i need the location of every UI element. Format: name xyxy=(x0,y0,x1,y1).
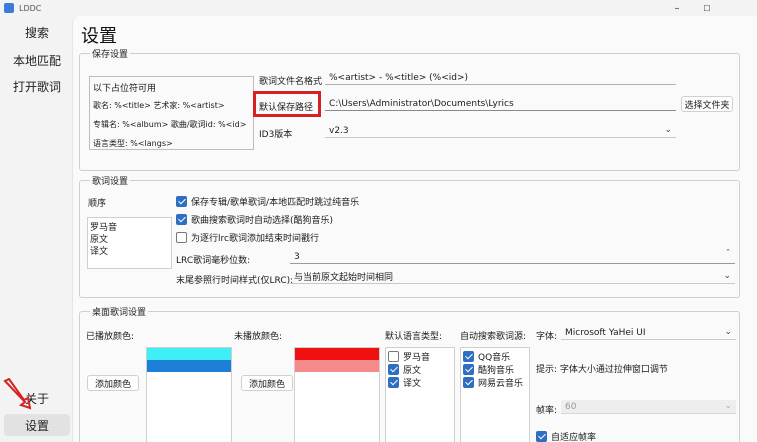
end-time-style-select[interactable]: 与当前原文起始时间相同 ⌄ xyxy=(290,270,735,284)
ms-digits-value: 3 xyxy=(294,251,300,262)
title-bar: LDDC – ☐ xyxy=(0,0,757,16)
id3-version-label: ID3版本 xyxy=(259,130,293,140)
checkbox-checked[interactable] xyxy=(463,351,474,362)
checkbox-unchecked[interactable] xyxy=(388,351,399,362)
default-lang-list: 罗马音 原文 译文 xyxy=(385,347,455,442)
minimize-button[interactable]: – xyxy=(662,0,692,16)
id3-version-value: v2.3 xyxy=(329,125,349,136)
ms-digits-label: LRC歌词毫秒位数: xyxy=(176,256,251,266)
unplayed-color-list[interactable] xyxy=(294,347,380,442)
lang-option-original[interactable]: 原文 xyxy=(388,363,421,376)
lang-option-romaji[interactable]: 罗马音 xyxy=(388,350,430,363)
settings-page: 设置 保存设置 以下占位符可用 歌名: %<title> 艺术家: %<arti… xyxy=(72,16,757,442)
skip-pure-music-option[interactable]: 保存专辑/歌单歌词/本地匹配时跳过纯音乐 xyxy=(176,195,359,208)
source-option-qq[interactable]: QQ音乐 xyxy=(463,350,510,363)
app-icon xyxy=(4,3,14,13)
spin-up-icon[interactable]: ⌃ xyxy=(725,248,731,256)
fps-spinbox[interactable]: 60 ⌄ xyxy=(561,400,736,414)
red-arrow-annotation xyxy=(3,378,32,410)
sidebar-item-settings[interactable]: 设置 xyxy=(4,414,70,436)
source-option-kugou[interactable]: 酷狗音乐 xyxy=(463,363,514,376)
lyrics-settings-title: 歌词设置 xyxy=(90,174,131,187)
placeholder-info-box: 以下占位符可用 歌名: %<title> 艺术家: %<artist> 专辑名:… xyxy=(89,76,254,150)
adaptive-fps-label: 自适应帧率 xyxy=(551,433,597,442)
unplayed-color-label: 未播放颜色: xyxy=(234,332,283,342)
font-label: 字体: xyxy=(536,332,558,342)
red-highlight-box xyxy=(253,91,321,117)
unplayed-color-swatch-red[interactable] xyxy=(295,348,379,360)
default-lang-label: 默认语言类型: xyxy=(385,332,443,342)
end-time-style-value: 与当前原文起始时间相同 xyxy=(294,273,394,283)
font-select[interactable]: Microsoft YaHei UI ⌄ xyxy=(561,326,736,340)
desktop-lyrics-settings-title: 桌面歌词设置 xyxy=(90,305,149,318)
placeholder-info-title: 以下占位符可用 xyxy=(93,84,157,94)
checkbox-checked[interactable] xyxy=(463,377,474,388)
placeholder-info-line: 语言类型: %<langs> xyxy=(93,139,173,148)
placeholder-info-line: 专辑名: %<album> 歌曲/歌词id: %<id> xyxy=(93,120,247,129)
desktop-lyrics-settings-group: 桌面歌词设置 已播放颜色: 添加颜色 未播放颜色: 添加颜色 默认语言类型: 罗… xyxy=(79,305,740,442)
placeholder-info-line: 歌名: %<title> 艺术家: %<artist> xyxy=(93,101,225,110)
filename-format-input[interactable]: %<artist> - %<title> (%<id>) xyxy=(325,71,676,85)
auto-source-label: 自动搜索歌词源: xyxy=(460,332,527,342)
ms-digits-spinbox[interactable]: 3 ⌃ xyxy=(290,248,735,264)
skip-pure-music-label: 保存专辑/歌单歌词/本地匹配时跳过纯音乐 xyxy=(191,198,360,208)
maximize-button[interactable]: ☐ xyxy=(692,0,722,16)
played-color-label: 已播放颜色: xyxy=(86,332,135,342)
lang-option-label: 罗马音 xyxy=(403,353,431,363)
chevron-down-icon: ⌄ xyxy=(724,327,732,337)
save-path-input[interactable]: C:\Users\Administrator\Documents\Lyrics xyxy=(325,97,676,111)
font-value: Microsoft YaHei UI xyxy=(565,327,646,338)
lyrics-settings-group: 歌词设置 顺序 罗马音 原文 译文 保存专辑/歌单歌词/本地匹配时跳过纯音乐 歌… xyxy=(79,174,740,298)
checkbox-checked[interactable] xyxy=(536,431,547,442)
adaptive-fps-option[interactable]: 自适应帧率 xyxy=(536,430,596,442)
choose-folder-button[interactable]: 选择文件夹 xyxy=(681,96,733,112)
source-option-label: 酷狗音乐 xyxy=(478,366,515,376)
checkbox-checked[interactable] xyxy=(388,364,399,375)
auto-source-list: QQ音乐 酷狗音乐 网易云音乐 xyxy=(460,347,530,442)
fps-label: 帧率: xyxy=(536,406,558,416)
sidebar-item-search[interactable]: 搜索 xyxy=(4,21,70,43)
checkbox-checked[interactable] xyxy=(463,364,474,375)
list-item[interactable]: 译文 xyxy=(90,244,108,257)
save-settings-title: 保存设置 xyxy=(90,47,131,60)
lang-option-translation[interactable]: 译文 xyxy=(388,376,421,389)
save-settings-group: 保存设置 以下占位符可用 歌名: %<title> 艺术家: %<artist>… xyxy=(79,47,740,171)
checkbox-checked[interactable] xyxy=(388,377,399,388)
checkbox-checked[interactable] xyxy=(176,196,187,207)
auto-select-option[interactable]: 歌曲搜索歌词时自动选择(酷狗音乐) xyxy=(176,213,333,226)
page-title: 设置 xyxy=(81,26,117,47)
order-list[interactable]: 罗马音 原文 译文 xyxy=(87,217,172,269)
end-time-style-label: 末尾参照行时间样式(仅LRC): xyxy=(176,276,294,286)
chevron-down-icon: ⌄ xyxy=(723,271,731,281)
source-option-netease[interactable]: 网易云音乐 xyxy=(463,376,523,389)
add-played-color-button[interactable]: 添加颜色 xyxy=(87,375,139,391)
font-size-hint: 提示: 字体大小通过拉伸窗口调节 xyxy=(536,365,668,375)
sidebar-item-local-match[interactable]: 本地匹配 xyxy=(4,49,70,71)
order-label: 顺序 xyxy=(88,199,107,209)
played-color-swatch-blue[interactable] xyxy=(147,360,231,372)
lang-option-label: 译文 xyxy=(403,379,422,389)
sidebar: 搜索 本地匹配 打开歌词 关于 设置 xyxy=(0,16,76,442)
chevron-down-icon: ⌄ xyxy=(724,401,732,411)
add-unplayed-color-button[interactable]: 添加颜色 xyxy=(241,375,293,391)
source-option-label: 网易云音乐 xyxy=(478,379,524,389)
fps-value: 60 xyxy=(565,401,577,412)
source-option-label: QQ音乐 xyxy=(478,353,511,363)
unplayed-color-swatch-pink[interactable] xyxy=(295,360,379,372)
app-title: LDDC xyxy=(19,3,42,13)
auto-select-label: 歌曲搜索歌词时自动选择(酷狗音乐) xyxy=(191,216,334,226)
sidebar-item-open-lyrics[interactable]: 打开歌词 xyxy=(4,75,70,97)
end-timestamp-label: 为逐行lrc歌词添加结束时间戳行 xyxy=(191,234,319,244)
checkbox-checked[interactable] xyxy=(176,214,187,225)
id3-version-select[interactable]: v2.3 ⌄ xyxy=(325,124,676,138)
played-color-list[interactable] xyxy=(146,347,232,442)
checkbox-unchecked[interactable] xyxy=(176,232,187,243)
chevron-down-icon: ⌄ xyxy=(664,125,672,135)
filename-format-label: 歌词文件名格式 xyxy=(259,77,323,87)
lang-option-label: 原文 xyxy=(403,366,422,376)
played-color-swatch-cyan[interactable] xyxy=(147,348,231,360)
end-timestamp-option[interactable]: 为逐行lrc歌词添加结束时间戳行 xyxy=(176,231,319,244)
